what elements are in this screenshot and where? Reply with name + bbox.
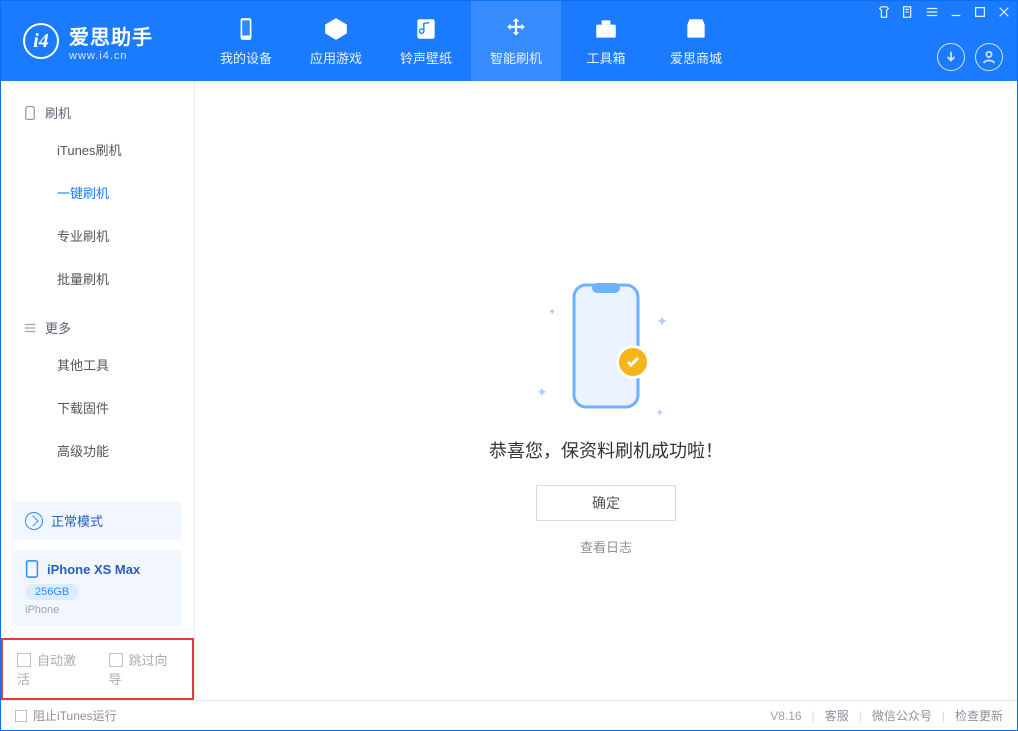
nav-label: 工具箱: [586, 48, 625, 67]
device-storage-badge: 256GB: [25, 584, 79, 600]
nav-store[interactable]: 爱思商城: [651, 1, 741, 81]
status-bar: 阻止iTunes运行 V8.16 | 客服 | 微信公众号 | 检查更新: [1, 700, 1017, 730]
nav-my-device[interactable]: 我的设备: [201, 1, 291, 81]
block-itunes-checkbox[interactable]: 阻止iTunes运行: [15, 707, 117, 724]
nav-label: 智能刷机: [490, 48, 542, 67]
sparkle-icon: ✦: [548, 307, 556, 318]
device-card[interactable]: iPhone XS Max 256GB iPhone: [13, 550, 182, 626]
success-check-icon: [616, 345, 650, 379]
device-name: iPhone XS Max: [47, 562, 140, 577]
device-mode-label: 正常模式: [51, 511, 103, 530]
menu-icon[interactable]: [925, 5, 939, 19]
nav-toolbox[interactable]: 工具箱: [561, 1, 651, 81]
sidebar-item-advanced[interactable]: 高级功能: [1, 429, 194, 472]
nav-ringtone-wallpaper[interactable]: 铃声壁纸: [381, 1, 471, 81]
sidebar-item-batch-flash[interactable]: 批量刷机: [1, 257, 194, 300]
nav-apps-games[interactable]: 应用游戏: [291, 1, 381, 81]
sidebar-item-oneclick-flash[interactable]: 一键刷机: [1, 171, 194, 214]
sidebar-item-download-firmware[interactable]: 下载固件: [1, 386, 194, 429]
download-icon[interactable]: [937, 43, 965, 71]
top-nav: 我的设备 应用游戏 铃声壁纸 智能刷机 工具箱 爱思商城: [201, 1, 937, 81]
nav-label: 爱思商城: [670, 48, 722, 67]
block-itunes-label: 阻止iTunes运行: [33, 707, 117, 724]
close-button[interactable]: [997, 5, 1011, 19]
auto-activate-checkbox[interactable]: 自动激活: [17, 650, 87, 688]
view-log-link[interactable]: 查看日志: [580, 537, 632, 556]
user-icon[interactable]: [975, 43, 1003, 71]
sparkle-icon: ✦: [656, 313, 668, 330]
tshirt-icon[interactable]: [877, 5, 891, 19]
phone-icon: [23, 106, 37, 120]
sidebar: 刷机 iTunes刷机 一键刷机 专业刷机 批量刷机 更多 其他工具 下载固件 …: [1, 81, 195, 700]
success-message: 恭喜您，保资料刷机成功啦！: [489, 437, 723, 463]
list-icon: [23, 321, 37, 335]
nav-label: 我的设备: [220, 48, 272, 67]
maximize-button[interactable]: [973, 5, 987, 19]
ok-button[interactable]: 确定: [536, 485, 676, 521]
app-logo: i4 爱思助手 www.i4.cn: [1, 1, 201, 81]
separator: |: [942, 709, 945, 723]
nav-smart-flash[interactable]: 智能刷机: [471, 1, 561, 81]
sidebar-item-pro-flash[interactable]: 专业刷机: [1, 214, 194, 257]
support-link[interactable]: 客服: [825, 707, 849, 724]
success-illustration: ✦ ✦ ✦ ✦: [496, 281, 716, 421]
sidebar-group-flash: 刷机: [1, 95, 194, 128]
separator: |: [859, 709, 862, 723]
skip-guide-checkbox[interactable]: 跳过向导: [109, 650, 179, 688]
wechat-link[interactable]: 微信公众号: [872, 707, 932, 724]
sparkle-icon: ✦: [536, 384, 548, 401]
sidebar-group-more: 更多: [1, 310, 194, 343]
sidebar-item-itunes-flash[interactable]: iTunes刷机: [1, 128, 194, 171]
app-url: www.i4.cn: [69, 50, 153, 62]
options-highlight-box: 自动激活 跳过向导: [1, 638, 194, 700]
title-bar: i4 爱思助手 www.i4.cn 我的设备 应用游戏 铃声壁纸 智能刷机: [1, 1, 1017, 81]
refresh-icon: [25, 512, 43, 530]
nav-label: 铃声壁纸: [400, 48, 452, 67]
check-update-link[interactable]: 检查更新: [955, 707, 1003, 724]
app-name: 爱思助手: [69, 21, 153, 50]
minimize-button[interactable]: [949, 5, 963, 19]
main-content: ✦ ✦ ✦ ✦ 恭喜您，保资料刷机成功啦！ 确定 查看日志: [195, 81, 1017, 700]
device-mode-card[interactable]: 正常模式: [13, 501, 182, 540]
separator: |: [812, 709, 815, 723]
sparkle-icon: ✦: [656, 408, 664, 419]
nav-label: 应用游戏: [310, 48, 362, 67]
logo-icon: i4: [23, 23, 59, 59]
device-phone-icon: [25, 560, 39, 578]
version-label: V8.16: [770, 709, 801, 723]
sidebar-group-label: 更多: [45, 318, 71, 337]
sidebar-item-other-tools[interactable]: 其他工具: [1, 343, 194, 386]
sidebar-group-label: 刷机: [45, 103, 71, 122]
doc-icon[interactable]: [901, 5, 915, 19]
window-controls: [877, 5, 1011, 19]
device-type: iPhone: [25, 604, 170, 616]
